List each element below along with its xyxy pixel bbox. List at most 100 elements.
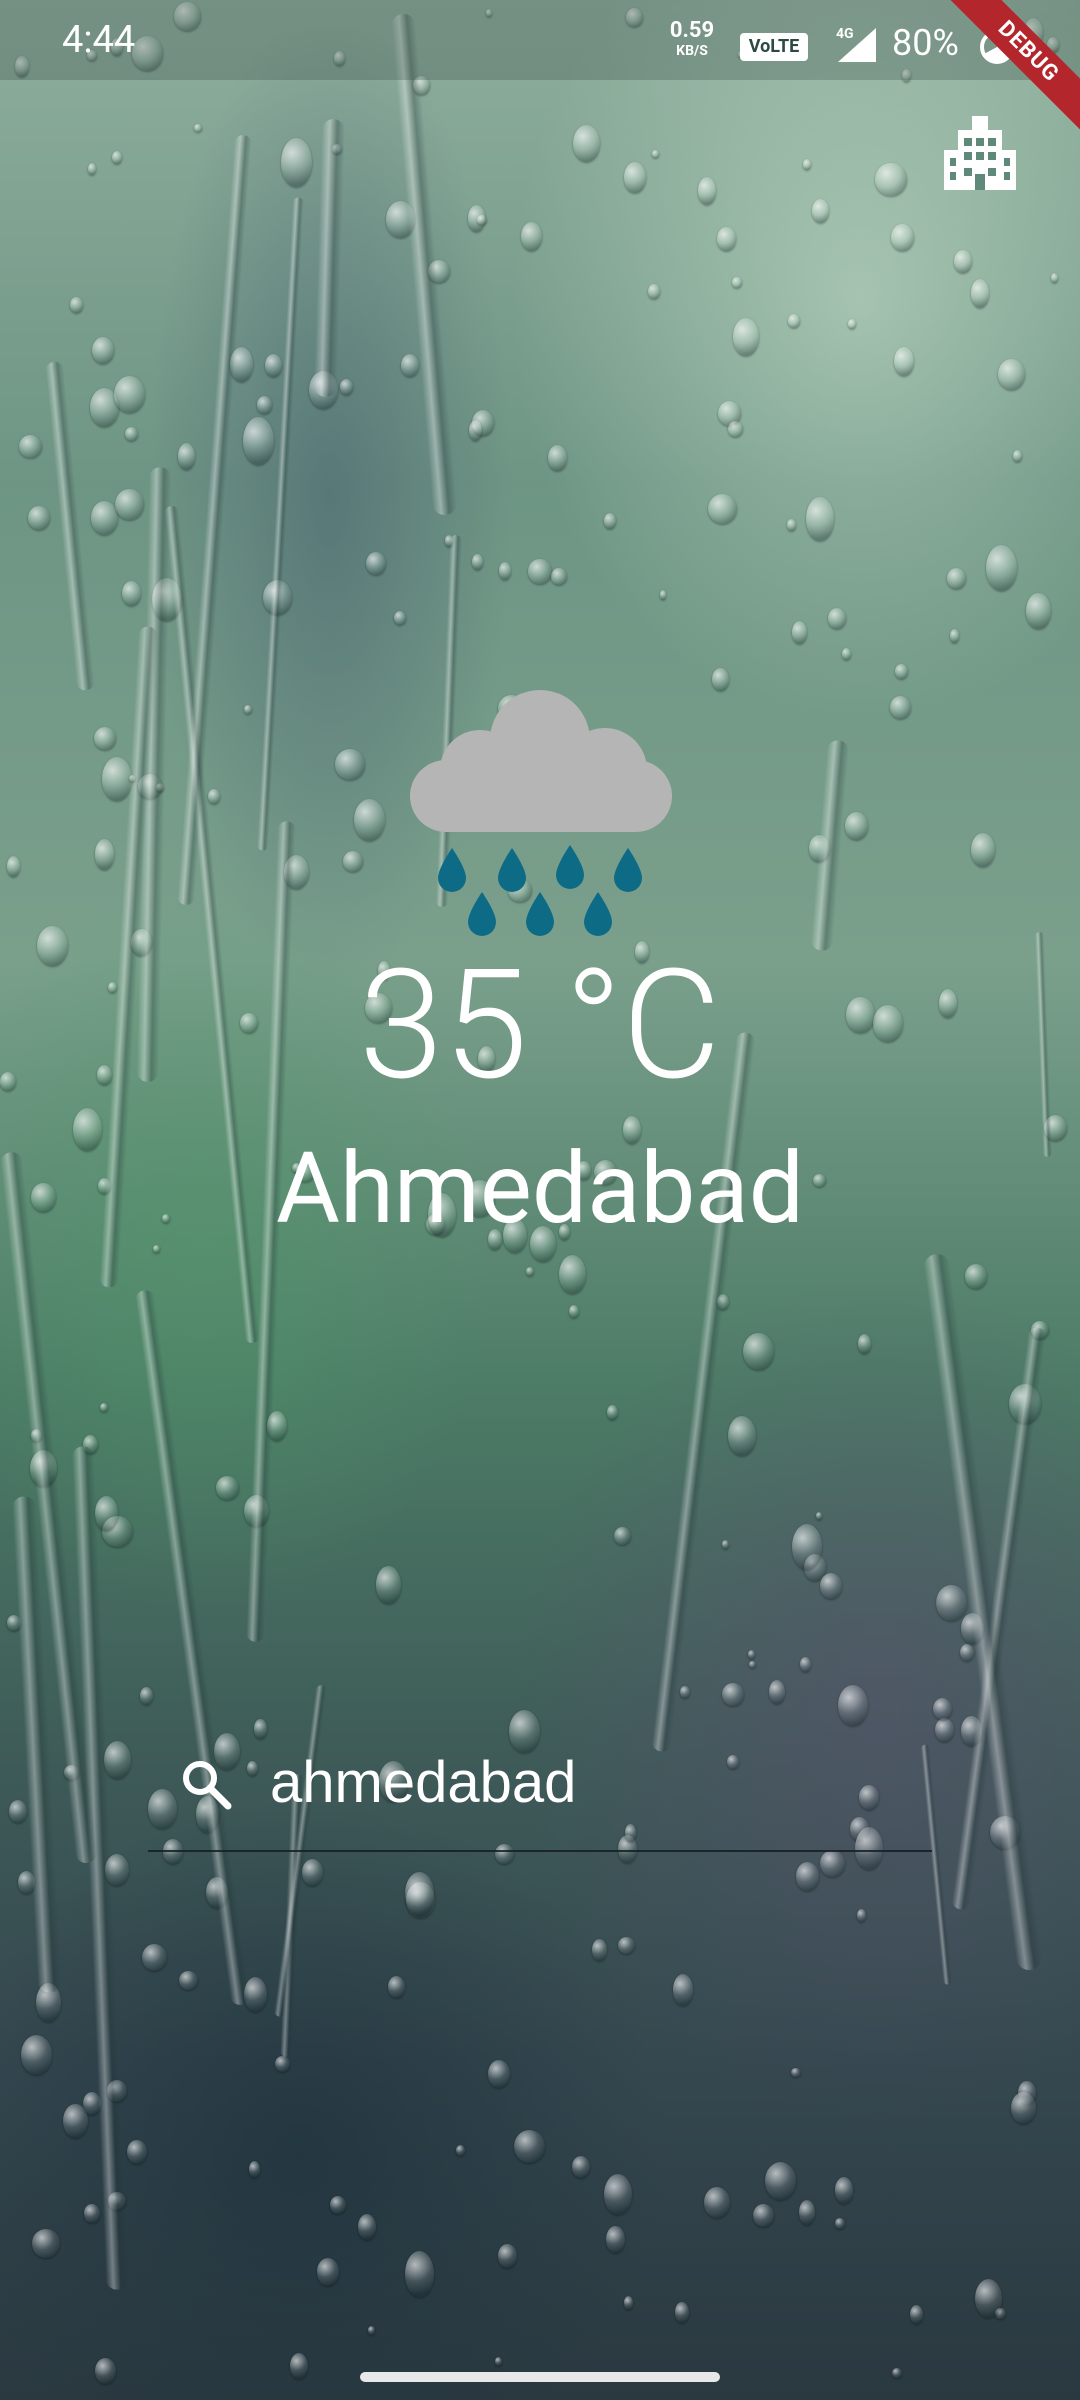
rain-drop-texture — [70, 297, 83, 314]
rain-drop-texture — [332, 143, 342, 154]
rain-drop-texture — [805, 496, 834, 541]
rain-drop-texture — [990, 1816, 1020, 1850]
rain-drop-texture — [243, 1494, 269, 1527]
rain-drop-texture — [32, 2229, 61, 2258]
rain-drop-texture — [249, 2160, 261, 2179]
rain-drop-texture — [603, 512, 616, 529]
search-input[interactable] — [270, 1742, 910, 1822]
rain-drop-texture — [960, 1716, 982, 1747]
rain-drop-texture — [477, 214, 487, 226]
rain-drop-texture — [139, 1687, 153, 1706]
rain-drop-texture — [727, 1416, 756, 1457]
rain-drop-texture — [90, 388, 120, 428]
rain-drop-texture — [94, 1495, 118, 1532]
rain-streak-texture — [0, 1150, 99, 1865]
rain-drop-texture — [858, 1334, 872, 1354]
city-buildings-icon[interactable] — [938, 112, 1022, 196]
rain-drop-texture — [748, 1650, 755, 1660]
rain-drop-texture — [7, 856, 21, 877]
rain-streak-texture — [134, 1289, 251, 2007]
rain-drop-texture — [108, 2192, 126, 2211]
gesture-nav-handle[interactable] — [360, 2372, 720, 2382]
rain-drop-texture — [353, 798, 385, 842]
network-type-label: 4G — [836, 26, 854, 42]
rain-drop-texture — [875, 163, 907, 197]
rain-drop-texture — [28, 505, 51, 530]
rain-drop-texture — [997, 359, 1025, 391]
rain-drop-texture — [498, 2244, 517, 2268]
rain-drop-texture — [816, 1511, 823, 1521]
rain-drop-texture — [100, 1403, 109, 1412]
rain-drop-texture — [242, 417, 274, 466]
rain-drop-texture — [802, 158, 812, 170]
rain-drop-texture — [111, 150, 122, 165]
rain-drop-texture — [215, 1476, 240, 1500]
search-icon[interactable] — [178, 1756, 234, 1812]
rain-drop-texture — [795, 1862, 819, 1891]
rain-drop-texture — [749, 1660, 757, 1668]
rain-drop-texture — [31, 1428, 43, 1442]
rain-drop-texture — [834, 2177, 854, 2205]
rain-drop-texture — [472, 553, 483, 571]
rain-drop-texture — [405, 1871, 434, 1915]
rain-drop-texture — [572, 125, 600, 163]
rain-drop-texture — [94, 839, 115, 871]
rain-streak-texture — [44, 361, 96, 692]
rain-drop-texture — [243, 1976, 267, 2012]
rain-drop-texture — [891, 223, 914, 252]
rain-drop-texture — [890, 695, 911, 719]
network-speed-unit: KB/S — [676, 43, 708, 59]
rain-drop-texture — [932, 1697, 953, 1721]
rain-drop-texture — [935, 1584, 967, 1621]
rain-drop-texture — [455, 2144, 466, 2156]
rain-drop-texture — [604, 2174, 633, 2216]
rain-drop-texture — [19, 434, 43, 458]
rain-drop-texture — [809, 835, 830, 862]
rain-drop-texture — [844, 811, 869, 840]
rain-drop-texture — [787, 518, 796, 531]
rain-drop-texture — [791, 621, 807, 645]
rain-drop-texture — [83, 2091, 101, 2115]
rain-drop-texture — [301, 1859, 323, 1886]
rain-drop-texture — [520, 221, 543, 252]
rain-drop-texture — [93, 726, 116, 750]
rain-drop-texture — [262, 580, 292, 616]
rain-drop-texture — [153, 1245, 160, 1253]
rain-drop-texture — [316, 2258, 340, 2286]
rain-drop-texture — [376, 1566, 401, 1604]
rain-streak-texture — [11, 1495, 62, 1994]
rain-drop-texture — [768, 1679, 786, 1705]
rain-drop-texture — [340, 379, 354, 396]
rain-drop-texture — [804, 1553, 827, 1581]
rain-drop-texture — [105, 1854, 130, 1887]
rain-streak-texture — [71, 1445, 129, 2290]
rain-drop-texture — [764, 2162, 796, 2201]
rain-streak-texture — [176, 134, 252, 905]
rain-drop-texture — [647, 283, 660, 300]
rain-drop-texture — [792, 1523, 823, 1570]
rain-drop-texture — [365, 551, 386, 575]
rain-drop-texture — [716, 1293, 730, 1311]
rain-drop-texture — [63, 2103, 88, 2138]
rain-drop-texture — [284, 855, 309, 890]
rain-drop-texture — [406, 1882, 436, 1918]
rain-streak-texture — [950, 1326, 1047, 1912]
rain-drop-texture — [388, 1975, 405, 1998]
rain-drop-texture — [127, 2139, 148, 2165]
city-search-field[interactable] — [148, 1720, 932, 1852]
rain-drop-texture — [1018, 2080, 1036, 2106]
rain-drop-texture — [1050, 272, 1058, 284]
rain-drop-texture — [892, 2367, 903, 2378]
rain-drop-texture — [787, 313, 801, 329]
rain-drop-texture — [703, 2187, 731, 2219]
rain-drop-texture — [177, 443, 195, 470]
rain-drop-texture — [526, 1267, 534, 1277]
rain-drop-texture — [84, 2204, 100, 2223]
rain-drop-texture — [115, 488, 145, 521]
rain-drop-texture — [970, 279, 990, 309]
rain-drop-texture — [707, 494, 737, 525]
rain-drop-texture — [494, 2357, 503, 2367]
rain-drop-texture — [386, 201, 416, 239]
rain-drop-texture — [1026, 592, 1051, 630]
rain-drop-texture — [207, 789, 220, 804]
